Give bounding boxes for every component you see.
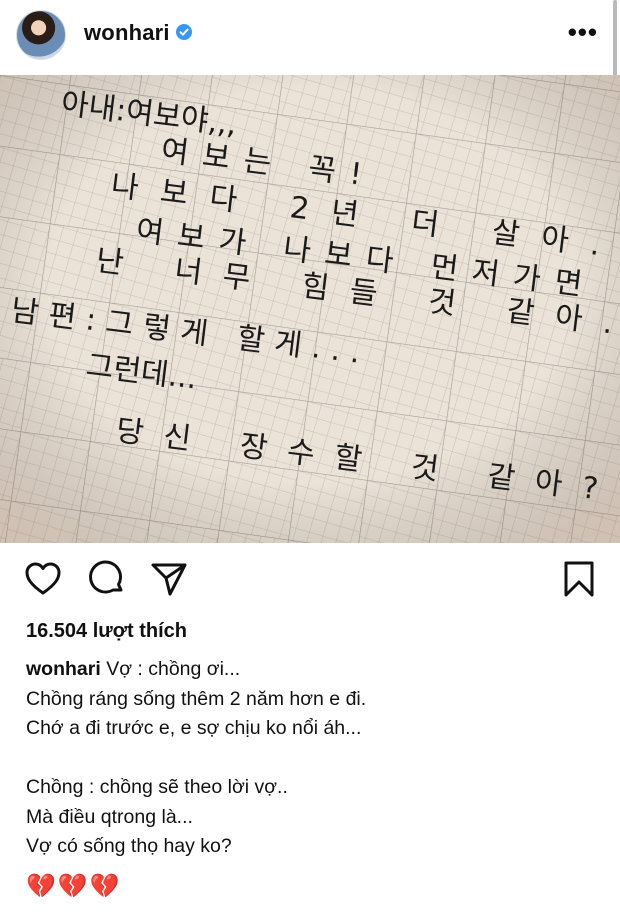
- verified-badge-icon: [176, 24, 192, 40]
- comment-icon[interactable]: [88, 560, 126, 598]
- caption-text: Vợ : chồng ơi...: [106, 658, 241, 680]
- action-bar: [0, 560, 620, 604]
- like-heart-icon[interactable]: [24, 560, 62, 598]
- caption-line: Vợ có sống thọ hay ko?: [26, 835, 232, 857]
- share-icon[interactable]: [150, 560, 188, 598]
- post-header: wonhari •••: [0, 0, 620, 75]
- caption-username[interactable]: wonhari: [26, 658, 101, 680]
- handwritten-note-photo: 아내:여보야,,, 여보는 꼭! 나보다 2년 더 살아. 여보가 나보다 먼저…: [0, 75, 620, 543]
- caption-line-empty: [26, 744, 596, 774]
- username[interactable]: wonhari: [84, 20, 170, 46]
- caption-line: Chồng ráng sống thêm 2 năm hơn e đi.: [26, 687, 367, 710]
- caption-line: Chồng : chồng sẽ theo lời vợ..: [26, 776, 288, 798]
- more-options-icon[interactable]: •••: [568, 19, 598, 45]
- caption: wonhari Vợ : chồng ơi... Chồng ráng sống…: [26, 655, 596, 901]
- caption-line: Mà điều qtrong là...: [26, 805, 193, 828]
- save-bookmark-icon[interactable]: [560, 560, 598, 598]
- likes-count[interactable]: 16.504 lượt thích: [26, 620, 187, 643]
- broken-heart-emoji: 💔💔💔: [26, 872, 122, 900]
- caption-line: Chớ a đi trước e, e sợ chịu ko nổi áh...: [26, 717, 362, 739]
- avatar[interactable]: [16, 10, 66, 60]
- post-image[interactable]: 아내:여보야,,, 여보는 꼭! 나보다 2년 더 살아. 여보가 나보다 먼저…: [0, 75, 620, 543]
